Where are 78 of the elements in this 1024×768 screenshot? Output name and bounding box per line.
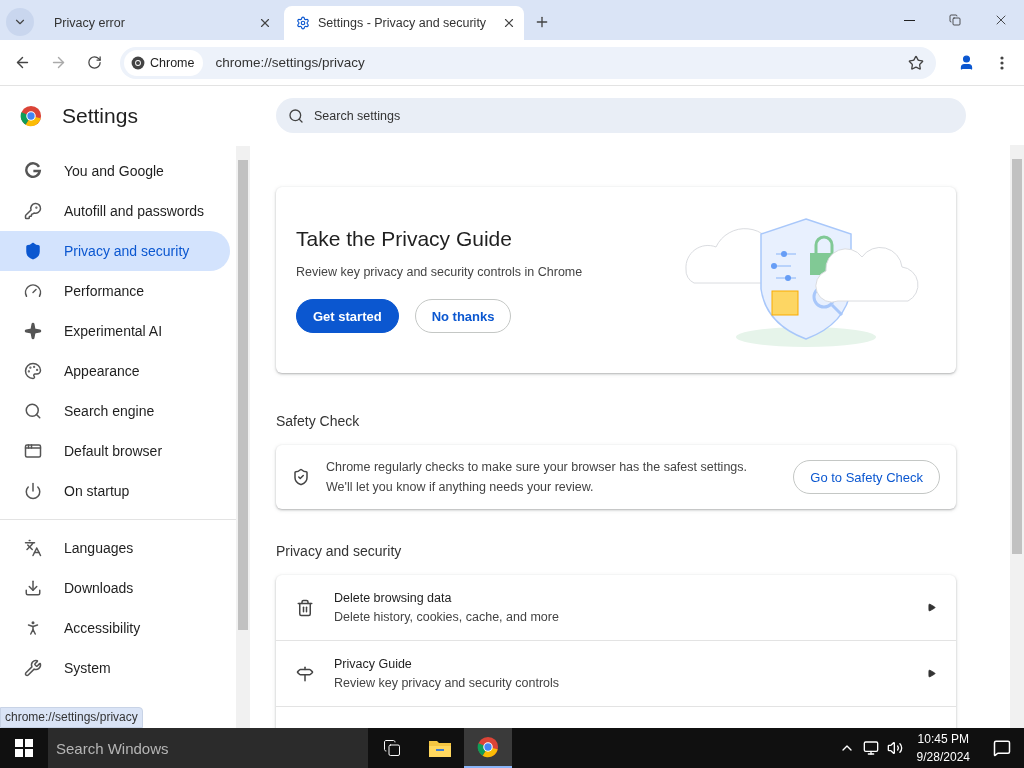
tab-title: Settings - Privacy and security bbox=[318, 16, 488, 30]
signpost-icon bbox=[296, 664, 314, 683]
sidebar-item[interactable]: You and Google bbox=[0, 151, 230, 191]
monitor-icon bbox=[862, 740, 879, 756]
minimize-icon bbox=[903, 19, 915, 21]
arrow-icon bbox=[927, 669, 936, 678]
get-started-button[interactable]: Get started bbox=[296, 299, 399, 333]
message-icon bbox=[993, 739, 1011, 757]
search-icon bbox=[24, 402, 42, 420]
sidebar-item[interactable]: Accessibility bbox=[0, 608, 230, 648]
wrench-icon bbox=[24, 659, 42, 677]
dismiss-button[interactable]: No thanks bbox=[414, 299, 512, 333]
plus-icon bbox=[534, 14, 550, 30]
window-icon bbox=[24, 442, 42, 460]
chrome-logo-icon bbox=[477, 736, 499, 758]
safety-check-button[interactable]: Go to Safety Check bbox=[793, 460, 940, 494]
key-icon bbox=[24, 202, 42, 220]
row-subtitle: Review key privacy and security controls bbox=[334, 676, 561, 690]
volume-icon bbox=[886, 740, 903, 756]
sidebar-item[interactable]: Search engine bbox=[0, 391, 230, 431]
sparkle-icon bbox=[24, 322, 42, 340]
chrome-icon bbox=[131, 55, 145, 70]
safety-check-text: Chrome regularly checks to make sure your browser has the safest settings. We'll let you know if anything needs your review. bbox=[326, 459, 748, 496]
clock[interactable]: 10:45 PM 9/28/2024 bbox=[906, 730, 980, 766]
sidebar-item[interactable]: Languages bbox=[0, 528, 230, 568]
sidebar-item[interactable]: Experimental AI bbox=[0, 311, 230, 351]
row-subtitle: Delete history, cookies, cache, and more bbox=[334, 610, 560, 624]
browser-tab[interactable]: Privacy error bbox=[42, 6, 280, 40]
url-tooltip: chrome://settings/privacy bbox=[0, 707, 143, 728]
site-chip[interactable]: Chrome bbox=[124, 49, 204, 76]
shield-icon bbox=[292, 468, 310, 486]
search-icon bbox=[288, 107, 304, 124]
search-bar[interactable]: Search settings bbox=[276, 98, 966, 133]
search-field[interactable]: Search settings bbox=[312, 107, 966, 124]
sidebar-item[interactable]: Privacy and security bbox=[0, 231, 230, 271]
sidebar-item[interactable]: Appearance bbox=[0, 351, 230, 391]
scrollbar[interactable] bbox=[236, 146, 250, 728]
palette-icon bbox=[24, 362, 42, 380]
sidebar-item[interactable]: Downloads bbox=[0, 568, 230, 608]
sidebar-item[interactable]: System bbox=[0, 648, 230, 688]
scrollbar[interactable] bbox=[1010, 145, 1024, 728]
section-heading: Privacy and security bbox=[276, 543, 403, 559]
sidebar-item[interactable]: Default browser bbox=[0, 431, 230, 471]
browser-tab[interactable]: Settings - Privacy and security bbox=[284, 6, 524, 40]
menu-icon bbox=[1000, 55, 1004, 70]
restore-icon bbox=[949, 14, 961, 26]
folder-icon bbox=[429, 739, 451, 757]
reload-icon bbox=[86, 55, 102, 70]
address-bar[interactable]: Chrome chrome://settings/privacy bbox=[120, 46, 936, 79]
languages-icon bbox=[24, 539, 42, 557]
close-icon[interactable] bbox=[502, 16, 516, 30]
sidebar-item[interactable]: Autofill and passwords bbox=[0, 191, 230, 231]
download-icon bbox=[24, 579, 42, 597]
settings-row[interactable]: Delete browsing data Delete history, cookies, cache, and more bbox=[276, 575, 956, 640]
power-icon bbox=[24, 482, 42, 500]
tab-title: Privacy error bbox=[54, 16, 126, 30]
trash-icon bbox=[296, 598, 314, 617]
shield-icon bbox=[24, 242, 42, 260]
row-title: Delete browsing data bbox=[334, 591, 453, 605]
google-g-icon bbox=[24, 162, 42, 180]
card-title: Take the Privacy Guide bbox=[296, 227, 513, 251]
task-view-icon bbox=[383, 739, 401, 757]
row-title: Privacy Guide bbox=[334, 657, 413, 671]
section-heading: Safety Check bbox=[276, 413, 361, 429]
card-description: Review key privacy and security controls in Chrome bbox=[296, 265, 583, 279]
gauge-icon bbox=[24, 282, 42, 300]
close-icon[interactable] bbox=[258, 16, 272, 30]
sidebar-item[interactable]: Performance bbox=[0, 271, 230, 311]
windows-logo-icon bbox=[15, 739, 33, 757]
sidebar-item[interactable]: On startup bbox=[0, 471, 230, 511]
chrome-taskbar-button[interactable] bbox=[464, 728, 512, 768]
settings-row[interactable]: Privacy Guide Review key privacy and security controls bbox=[276, 640, 956, 706]
chrome-logo-icon bbox=[20, 105, 42, 127]
settings-title: Settings bbox=[62, 104, 138, 128]
arrow-icon bbox=[927, 603, 936, 612]
star-icon bbox=[908, 54, 924, 71]
gear-icon bbox=[296, 16, 310, 30]
taskbar-search-field[interactable]: Search Windows bbox=[48, 728, 368, 768]
